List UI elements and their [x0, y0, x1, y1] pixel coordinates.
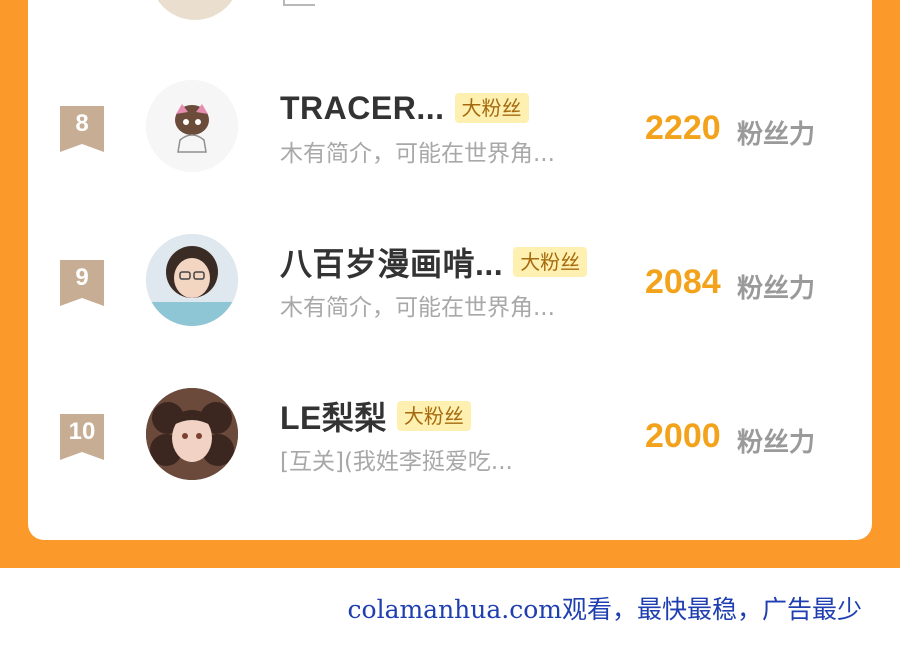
rank-badge: 9 — [60, 260, 104, 306]
avatar-image — [146, 388, 238, 480]
fan-level-badge: 大粉丝 — [513, 247, 588, 277]
avatar[interactable] — [146, 388, 238, 480]
fan-power-label: 粉丝力 — [737, 274, 816, 304]
list-item-fragment — [283, 0, 315, 6]
fan-power-label: 粉丝力 — [737, 120, 816, 150]
fan-power-score: 2000 — [645, 417, 721, 455]
name-line: TRACER... 大粉丝 — [280, 90, 529, 126]
user-bio: 木有简介，可能在世界角... — [280, 295, 555, 321]
rank-badge: 8 — [60, 106, 104, 152]
user-name[interactable]: LE梨梨 — [280, 393, 387, 439]
user-name[interactable]: TRACER... — [280, 90, 445, 127]
user-bio: [互关](我姓李挺爱吃... — [280, 449, 513, 475]
user-bio: 木有简介，可能在世界角... — [280, 141, 555, 167]
rank-number: 8 — [75, 110, 89, 137]
ranking-row[interactable]: 9 八百岁漫画啃... 大粉丝 木有简介，可能在世界角... 2084 粉丝力 — [0, 220, 900, 340]
ranking-row[interactable]: 10 LE梨梨 大粉丝 [互关](我姓李挺爱吃... 2000 粉丝力 — [0, 374, 900, 494]
watermark-text: colamanhua.com观看，最快最稳，广告最少 — [347, 595, 862, 624]
rank-number: 10 — [68, 418, 96, 445]
footer-watermark-bar: colamanhua.com观看，最快最稳，广告最少 — [0, 568, 900, 648]
fan-level-badge: 大粉丝 — [454, 93, 529, 123]
avatar[interactable] — [146, 80, 238, 172]
rank-badge: 10 — [60, 414, 104, 460]
fan-power-score: 2084 — [645, 263, 721, 301]
user-name[interactable]: 八百岁漫画啃... — [280, 239, 503, 285]
name-line: 八百岁漫画啃... 大粉丝 — [280, 244, 588, 282]
fan-power-score: 2220 — [645, 109, 721, 147]
avatar-image — [146, 234, 238, 326]
rank-number: 9 — [75, 264, 89, 291]
ranking-row[interactable]: 8 TRACER... 大粉丝 木有简介，可能在世界角... 2220 粉丝力 — [0, 66, 900, 186]
avatar-image — [146, 80, 238, 172]
name-line: LE梨梨 大粉丝 — [280, 398, 471, 436]
avatar[interactable] — [146, 234, 238, 326]
fan-power-label: 粉丝力 — [737, 428, 816, 458]
fan-level-badge: 大粉丝 — [396, 401, 471, 431]
